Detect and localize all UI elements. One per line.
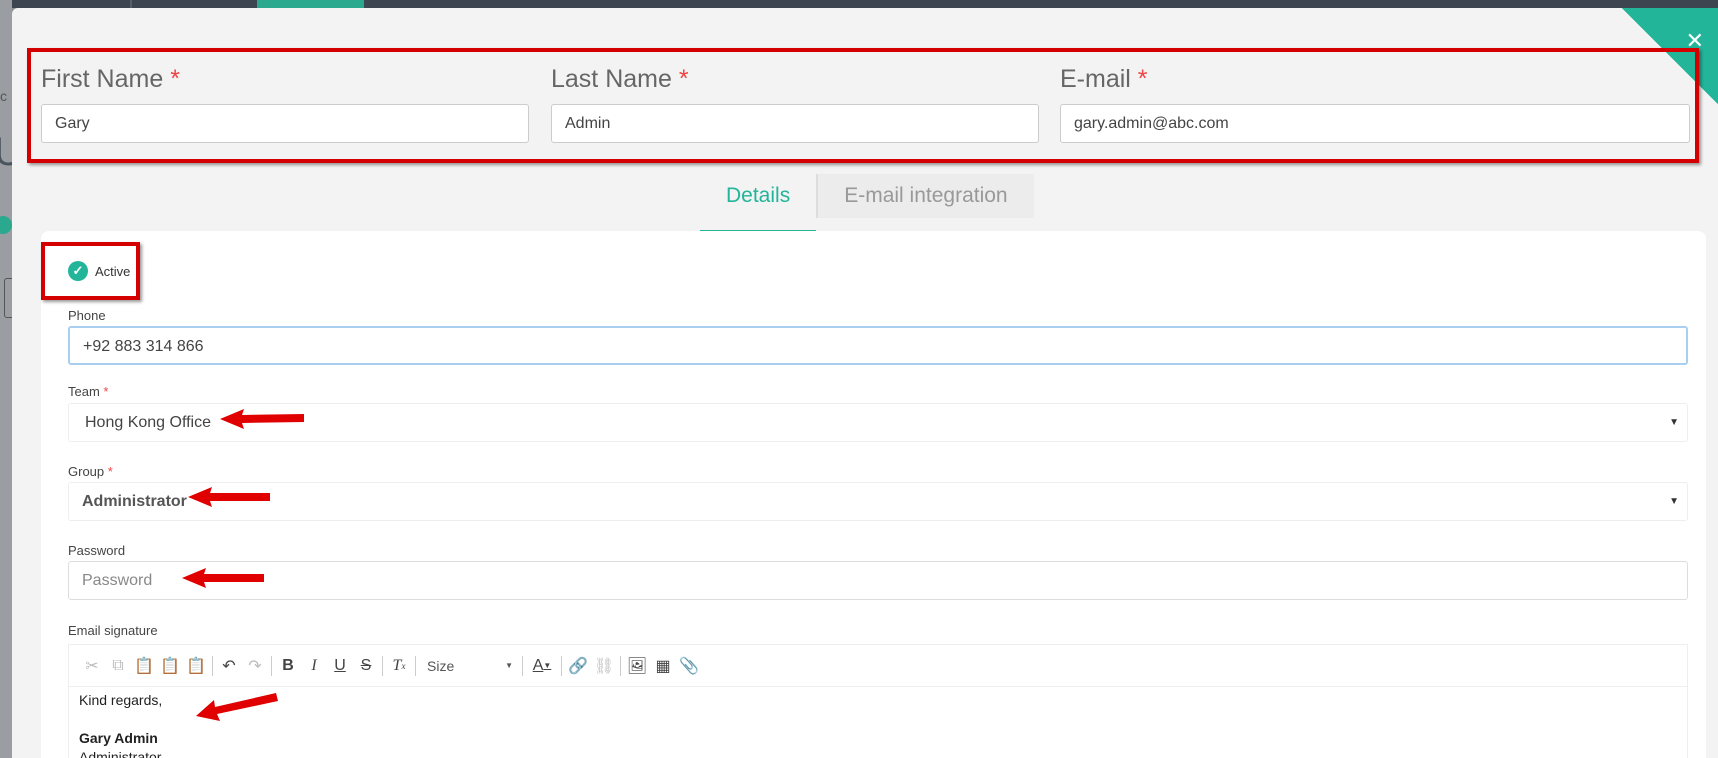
cut-icon[interactable]: ✂ bbox=[79, 653, 105, 679]
image-icon[interactable]: 🖼 bbox=[624, 653, 650, 679]
phone-label: Phone bbox=[68, 308, 106, 323]
toolbar-divider bbox=[382, 655, 383, 676]
redo-icon[interactable]: ↷ bbox=[242, 653, 268, 679]
toolbar-divider bbox=[415, 655, 416, 676]
last-name-label: Last Name * bbox=[551, 65, 689, 93]
password-input[interactable]: Password bbox=[68, 561, 1688, 600]
team-value: Hong Kong Office bbox=[85, 414, 212, 431]
group-value: Administrator bbox=[82, 493, 187, 510]
first-name-label: First Name * bbox=[41, 65, 180, 93]
font-size-dropdown[interactable]: Size ▼ bbox=[419, 658, 519, 674]
phone-input[interactable]: +92 883 314 866 bbox=[68, 326, 1688, 365]
background-glyph: c bbox=[0, 88, 7, 104]
first-name-group: First Name * bbox=[41, 65, 529, 143]
background-sidebar-edge: c U bbox=[0, 0, 12, 758]
signature-name: Gary Admin bbox=[79, 730, 158, 746]
underline-icon[interactable]: U bbox=[327, 653, 353, 679]
edit-user-modal: ✕ First Name * Last Name * E-mail * Deta… bbox=[12, 8, 1718, 758]
chevron-down-icon: ▼ bbox=[505, 661, 513, 670]
link-icon[interactable]: 🔗 bbox=[565, 653, 591, 679]
team-select[interactable]: Hong Kong Office ▼ bbox=[68, 403, 1688, 442]
first-name-input[interactable] bbox=[41, 104, 529, 143]
last-name-input[interactable] bbox=[551, 104, 1039, 143]
password-placeholder: Password bbox=[82, 572, 153, 589]
background-topbar bbox=[0, 0, 1718, 8]
attachment-icon[interactable]: 📎 bbox=[676, 653, 702, 679]
signature-blank-line bbox=[79, 710, 1677, 729]
paste-text-icon[interactable]: 📋 bbox=[157, 653, 183, 679]
details-panel: ✓ Active Phone +92 883 314 866 Team * Ho… bbox=[41, 231, 1706, 758]
toolbar-divider bbox=[620, 655, 621, 676]
remove-format-icon[interactable]: Tx bbox=[386, 653, 412, 679]
unlink-icon[interactable]: ⛓ bbox=[591, 653, 617, 679]
toolbar-divider bbox=[271, 655, 272, 676]
email-group: E-mail * bbox=[1060, 65, 1690, 143]
table-icon[interactable]: ▦ bbox=[650, 653, 676, 679]
email-label: E-mail * bbox=[1060, 65, 1148, 93]
background-topbar-separator bbox=[130, 0, 132, 8]
team-label: Team * bbox=[68, 384, 109, 399]
background-check-icon bbox=[0, 216, 12, 234]
editor-toolbar: ✂ ⧉ 📋 📋 📋 ↶ ↷ B I U S Tx Size ▼ A ▼ 🔗 ⛓ … bbox=[69, 645, 1687, 687]
check-icon: ✓ bbox=[68, 261, 88, 281]
email-signature-label: Email signature bbox=[68, 623, 158, 638]
active-status[interactable]: ✓ Active bbox=[68, 261, 130, 281]
background-glyph: U bbox=[0, 130, 12, 175]
signature-role: Administrator bbox=[79, 749, 162, 758]
tab-email-integration[interactable]: E-mail integration bbox=[816, 174, 1034, 218]
signature-editor: ✂ ⧉ 📋 📋 📋 ↶ ↷ B I U S Tx Size ▼ A ▼ 🔗 ⛓ … bbox=[68, 644, 1688, 758]
group-select[interactable]: Administrator ▼ bbox=[68, 482, 1688, 521]
chevron-down-icon: ▼ bbox=[1669, 417, 1679, 428]
close-icon[interactable]: ✕ bbox=[1686, 30, 1704, 52]
tab-bar: Details E-mail integration bbox=[700, 168, 1034, 234]
email-input[interactable] bbox=[1060, 104, 1690, 143]
active-status-label: Active bbox=[95, 263, 131, 279]
chevron-down-icon: ▼ bbox=[1669, 496, 1679, 507]
strikethrough-icon[interactable]: S bbox=[353, 653, 379, 679]
last-name-group: Last Name * bbox=[551, 65, 1039, 143]
group-label: Group * bbox=[68, 464, 113, 479]
background-button-edge bbox=[4, 278, 12, 318]
paste-word-icon[interactable]: 📋 bbox=[183, 653, 209, 679]
italic-icon[interactable]: I bbox=[301, 653, 327, 679]
toolbar-divider bbox=[212, 655, 213, 676]
password-label: Password bbox=[68, 543, 126, 558]
bold-icon[interactable]: B bbox=[275, 653, 301, 679]
copy-icon[interactable]: ⧉ bbox=[105, 653, 131, 679]
phone-value: +92 883 314 866 bbox=[83, 338, 204, 355]
paste-icon[interactable]: 📋 bbox=[131, 653, 157, 679]
font-size-label: Size bbox=[427, 657, 455, 674]
undo-icon[interactable]: ↶ bbox=[216, 653, 242, 679]
signature-content[interactable]: Kind regards, Gary Admin Administrator bbox=[69, 687, 1687, 758]
text-color-icon[interactable]: A ▼ bbox=[526, 653, 558, 679]
toolbar-divider bbox=[522, 655, 523, 676]
tab-details[interactable]: Details bbox=[700, 168, 817, 234]
background-active-tab bbox=[257, 0, 364, 8]
toolbar-divider bbox=[561, 655, 562, 676]
signature-line: Kind regards, bbox=[79, 692, 163, 708]
